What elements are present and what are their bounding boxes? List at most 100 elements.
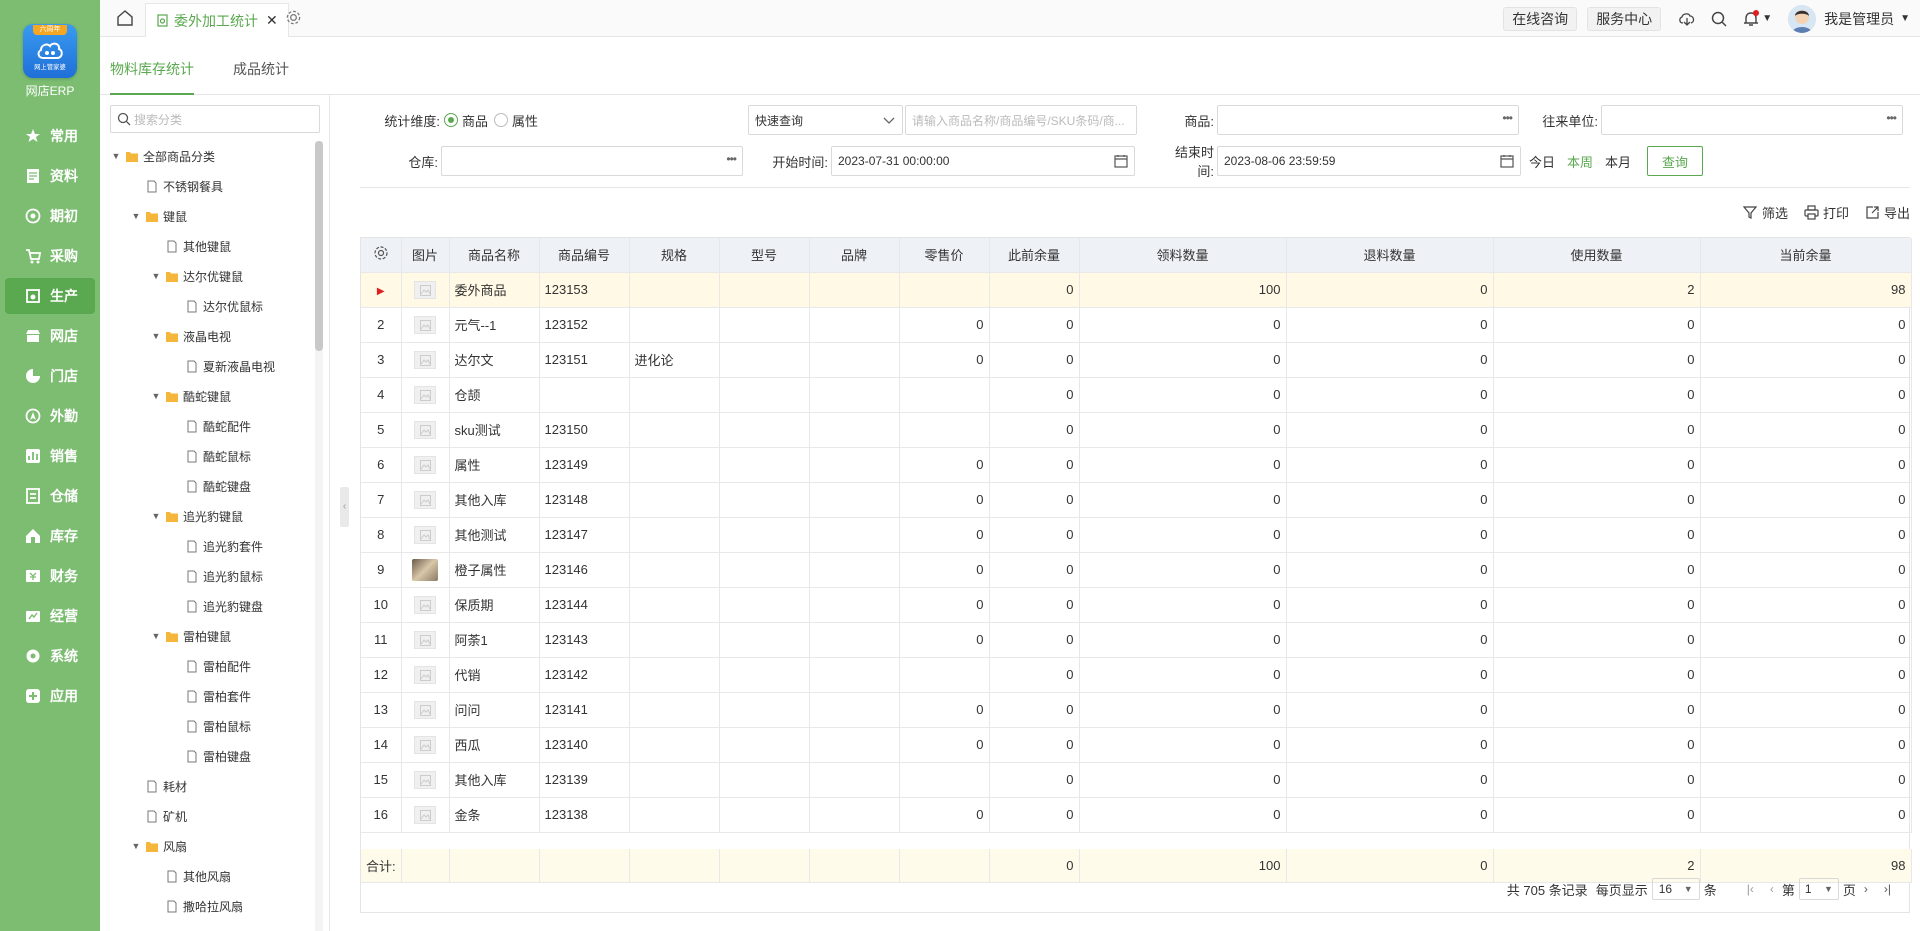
tree-node[interactable]: ▼ 雷柏键鼠 <box>100 621 318 651</box>
export-button[interactable]: 导出 <box>1865 203 1910 222</box>
caret-down-icon[interactable]: ▼ <box>130 211 142 221</box>
today-link[interactable]: 今日 <box>1529 152 1555 171</box>
online-consult-button[interactable]: 在线咨询 <box>1503 6 1578 31</box>
tree-node-label[interactable]: 夏新液晶电视 <box>203 358 275 375</box>
tree-node-label[interactable]: 其他键鼠 <box>183 238 231 255</box>
query-button[interactable]: 查询 <box>1647 146 1704 176</box>
tree-node[interactable]: 酷蛇鼠标 <box>100 441 318 471</box>
partner-input[interactable]: ••• <box>1601 105 1903 135</box>
product-image[interactable] <box>401 307 450 343</box>
page-input[interactable]: 1 ▼ <box>1798 878 1839 900</box>
product-image[interactable] <box>401 447 450 483</box>
column-header[interactable]: 规格 <box>629 238 720 273</box>
tree-node[interactable]: 矿机 <box>100 801 318 831</box>
table-row[interactable]: ▶ 委外商品 123153 0 100 0 2 98 <box>361 272 1912 308</box>
nav-item-3[interactable]: 期初 <box>5 198 95 234</box>
caret-down-icon[interactable]: ▼ <box>130 841 142 851</box>
caret-down-icon[interactable]: ▼ <box>150 331 162 341</box>
tree-node-label[interactable]: 雷柏键鼠 <box>183 628 231 645</box>
product-image[interactable] <box>401 552 450 588</box>
gear-icon[interactable] <box>285 9 302 26</box>
goods-input[interactable]: ••• <box>1217 105 1519 135</box>
gear-icon[interactable] <box>373 245 389 261</box>
this-week-link[interactable]: 本周 <box>1567 152 1593 171</box>
tree-node-label[interactable]: 雷柏键盘 <box>203 748 251 765</box>
radio-goods-label[interactable]: 商品 <box>462 111 488 130</box>
tree-node-label[interactable]: 酷蛇配件 <box>203 418 251 435</box>
radio-attribute-label[interactable]: 属性 <box>512 111 538 130</box>
tree-node[interactable]: 雷柏鼠标 <box>100 711 318 741</box>
tree-node-label[interactable]: 达尔优键鼠 <box>183 268 243 285</box>
column-header[interactable]: 商品编号 <box>539 238 630 273</box>
product-image[interactable] <box>401 657 450 693</box>
tree-node-label[interactable]: 酷蛇键盘 <box>203 478 251 495</box>
table-row[interactable]: 7 其他入库 123148 0 0 0 0 0 0 <box>361 482 1912 518</box>
calendar-icon[interactable] <box>1500 154 1514 168</box>
tree-node[interactable]: 其他键鼠 <box>100 231 318 261</box>
nav-item-2[interactable]: 资料 <box>5 158 95 194</box>
product-thumbnail[interactable] <box>412 558 438 581</box>
table-row[interactable]: 8 其他测试 123147 0 0 0 0 0 0 <box>361 517 1912 553</box>
prev-page-icon[interactable]: ‹ <box>1770 882 1774 896</box>
tree-node-label[interactable]: 雷柏配件 <box>203 658 251 675</box>
tree-node[interactable]: 追光豹键盘 <box>100 591 318 621</box>
tree-node-label[interactable]: 追光豹鼠标 <box>203 568 263 585</box>
nav-item-4[interactable]: 采购 <box>5 238 95 274</box>
tree-node[interactable]: 达尔优鼠标 <box>100 291 318 321</box>
caret-down-icon[interactable]: ▼ <box>150 271 162 281</box>
tree-node-label[interactable]: 追光豹套件 <box>203 538 263 555</box>
close-icon[interactable]: ✕ <box>266 12 278 29</box>
column-header[interactable]: 商品名称 <box>449 238 540 273</box>
table-row[interactable]: 15 其他入库 123139 0 0 0 0 0 <box>361 762 1912 798</box>
tree-node[interactable]: 酷蛇配件 <box>100 411 318 441</box>
product-image[interactable] <box>401 692 450 728</box>
column-header[interactable]: 零售价 <box>899 238 990 273</box>
nav-item-10[interactable]: 仓储 <box>5 478 95 514</box>
table-row[interactable]: 16 金条 123138 0 0 0 0 0 0 <box>361 797 1912 833</box>
calendar-icon[interactable] <box>1114 154 1128 168</box>
product-image[interactable] <box>401 517 450 553</box>
table-row[interactable]: 2 元气--1 123152 0 0 0 0 0 0 <box>361 307 1912 343</box>
tree-node[interactable]: ▼ 全部商品分类 <box>100 141 318 171</box>
radio-attribute[interactable] <box>494 113 509 127</box>
table-row[interactable]: 4 仓颉 0 0 0 0 0 <box>361 377 1912 413</box>
table-row[interactable]: 6 属性 123149 0 0 0 0 0 0 <box>361 447 1912 483</box>
bell-icon[interactable] <box>1742 9 1760 28</box>
tree-node-label[interactable]: 酷蛇键鼠 <box>183 388 231 405</box>
column-header[interactable]: 退料数量 <box>1286 238 1494 273</box>
tree-node[interactable]: 追光豹鼠标 <box>100 561 318 591</box>
tab-outsourcing-stats[interactable]: 委外加工统计 ✕ <box>145 3 289 37</box>
tree-node[interactable]: 撒哈拉风扇 <box>100 891 318 921</box>
tree-node-label[interactable]: 其他风扇 <box>183 868 231 885</box>
home-icon[interactable] <box>116 9 134 27</box>
tree-node[interactable]: 雷柏配件 <box>100 651 318 681</box>
quick-search-input[interactable]: 请输入商品名称/商品编号/SKU条码/商... <box>905 105 1137 135</box>
tree-node-label[interactable]: 达尔优鼠标 <box>203 298 263 315</box>
nav-item-9[interactable]: 销售 <box>5 438 95 474</box>
start-time-input[interactable]: 2023-07-31 00:00:00 <box>831 146 1135 176</box>
table-row[interactable]: 14 西瓜 123140 0 0 0 0 0 0 <box>361 727 1912 763</box>
radio-goods[interactable] <box>444 113 458 127</box>
category-search-input[interactable]: 搜索分类 <box>110 105 320 133</box>
column-header[interactable]: 图片 <box>401 238 450 273</box>
tree-node[interactable]: 追光豹套件 <box>100 531 318 561</box>
tree-node-label[interactable]: 追光豹键鼠 <box>183 508 243 525</box>
table-row[interactable]: 12 代销 123142 0 0 0 0 0 <box>361 657 1912 693</box>
column-header[interactable]: 品牌 <box>809 238 900 273</box>
column-header[interactable]: 当前余量 <box>1700 238 1912 273</box>
caret-down-icon[interactable]: ▼ <box>150 631 162 641</box>
nav-item-8[interactable]: 外勤 <box>5 398 95 434</box>
product-image[interactable] <box>401 482 450 518</box>
table-row[interactable]: 3 达尔文 123151 进化论 0 0 0 0 0 0 <box>361 342 1912 378</box>
product-image[interactable] <box>401 727 450 763</box>
nav-item-7[interactable]: 门店 <box>5 358 95 394</box>
tree-node-label[interactable]: 风扇 <box>163 838 187 855</box>
nav-item-6[interactable]: 网店 <box>5 318 95 354</box>
product-image[interactable] <box>401 762 450 798</box>
product-image[interactable] <box>401 272 450 308</box>
column-header[interactable]: 型号 <box>719 238 810 273</box>
end-time-input[interactable]: 2023-08-06 23:59:59 <box>1217 146 1521 176</box>
product-image[interactable] <box>401 587 450 623</box>
nav-item-12[interactable]: 财务 <box>5 558 95 594</box>
this-month-link[interactable]: 本月 <box>1605 152 1631 171</box>
